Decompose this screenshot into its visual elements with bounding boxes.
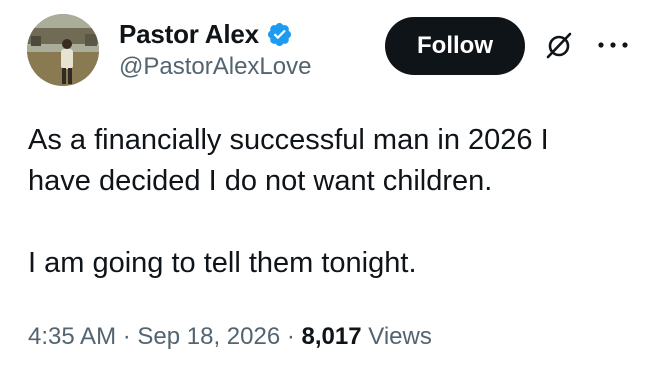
tweet-line: have decided I do not want children. [28, 165, 493, 197]
tweet-meta: 4:35 AM · Sep 18, 2026 · 8,017 Views [28, 323, 432, 351]
more-dots-icon[interactable] [595, 38, 631, 52]
user-handle[interactable]: @PastorAlexLove [119, 53, 311, 81]
separator: · [116, 323, 138, 350]
views-count: 8,017 [301, 323, 362, 350]
tweet-time[interactable]: 4:35 AM [28, 323, 116, 350]
display-name[interactable]: Pastor Alex [119, 19, 259, 50]
tweet-line: I am going to tell them tonight. [28, 247, 417, 279]
avatar[interactable] [27, 14, 99, 86]
verified-badge-icon[interactable] [266, 21, 293, 48]
tweet-text: As a financially successful man in 2026 … [28, 120, 628, 284]
separator: · [280, 323, 302, 350]
views-label: Views [368, 323, 432, 350]
author-info: Pastor Alex @PastorAlexLove [119, 16, 311, 81]
follow-button[interactable]: Follow [385, 17, 525, 75]
slashed-circle-icon[interactable] [544, 30, 574, 60]
tweet-line: As a financially successful man in 2026 … [28, 124, 549, 156]
tweet-date[interactable]: Sep 18, 2026 [137, 323, 280, 350]
